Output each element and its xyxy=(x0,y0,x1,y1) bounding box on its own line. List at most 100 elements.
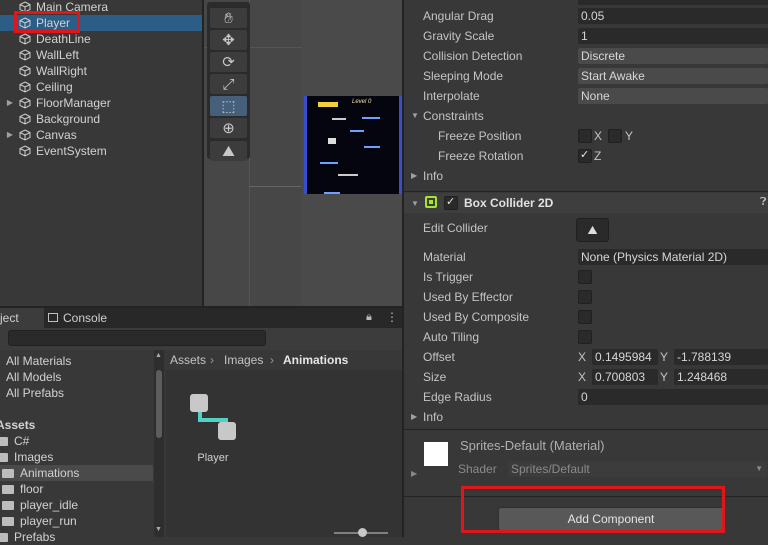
hierarchy-item-canvas[interactable]: ▶ Canvas xyxy=(0,127,202,143)
material-expand-icon[interactable]: ▶ xyxy=(411,469,417,478)
project-tree-item-all-materials[interactable]: All Materials xyxy=(0,353,153,369)
sleeping-mode-dropdown[interactable]: Start Awake xyxy=(578,68,768,84)
size-label: Size xyxy=(423,370,447,384)
project-tree-item-c-[interactable]: C# xyxy=(0,433,153,449)
rotate-tool-button[interactable]: ⟳ xyxy=(210,52,247,72)
animator-controller-icon[interactable] xyxy=(186,390,242,446)
hierarchy-item-label: Ceiling xyxy=(36,80,73,94)
tab-project[interactable]: ject xyxy=(0,308,44,328)
breadcrumb-images[interactable]: Images xyxy=(224,350,263,370)
freeze-rotation-z-checkbox[interactable]: ✓ xyxy=(578,149,592,163)
rigidbody-info-foldout[interactable]: Info xyxy=(423,166,443,186)
size-y-field[interactable]: 1.248468 xyxy=(674,369,768,385)
size-x-field[interactable]: 0.700803 xyxy=(592,369,658,385)
project-tree-item-images[interactable]: Images xyxy=(0,449,153,465)
hierarchy-item-background[interactable]: Background xyxy=(0,111,202,127)
shader-label: Shader xyxy=(458,462,497,476)
angular-drag-field[interactable]: 0.05 xyxy=(578,8,768,24)
edit-shape-icon: ⛰︎ xyxy=(587,223,598,237)
constraints-foldout[interactable]: Constraints xyxy=(423,106,484,126)
material-object-field[interactable]: None (Physics Material 2D) xyxy=(578,249,768,265)
project-tree-item-assets[interactable]: Assets xyxy=(0,417,153,433)
hand-tool-icon: ✋︎ xyxy=(224,9,233,27)
is-trigger-label: Is Trigger xyxy=(423,270,474,284)
gravity-scale-label: Gravity Scale xyxy=(423,29,495,43)
used-by-composite-checkbox[interactable] xyxy=(578,310,592,324)
folder-icon xyxy=(2,485,14,494)
collision-detection-dropdown[interactable]: Discrete xyxy=(578,48,768,64)
scale-tool-icon: ⤢ xyxy=(222,75,235,93)
project-search-input[interactable] xyxy=(8,330,266,346)
constraints-expand-icon[interactable]: ▼ xyxy=(411,106,419,126)
box-collider-title: Box Collider 2D xyxy=(464,196,554,210)
asset-label-player[interactable]: Player xyxy=(188,452,238,464)
offset-y-field[interactable]: -1.788139 xyxy=(674,349,768,365)
rect-tool-icon: ⬚ xyxy=(221,98,236,115)
used-by-effector-label: Used By Effector xyxy=(423,290,513,304)
shader-dropdown[interactable]: Sprites/Default ▼ xyxy=(508,461,767,477)
is-trigger-checkbox[interactable] xyxy=(578,270,592,284)
project-tree-item-player-idle[interactable]: player_idle xyxy=(0,497,153,513)
expand-arrow-icon[interactable]: ▶ xyxy=(6,95,14,111)
breadcrumb-animations[interactable]: Animations xyxy=(283,350,348,370)
hierarchy-item-label: Canvas xyxy=(36,128,77,142)
scene-view[interactable]: ✋︎ ✥ ⟳ ⤢ ⬚ ⊕ ⛰︎ Level 0 xyxy=(204,0,402,306)
console-icon xyxy=(48,313,58,322)
info-expand-icon[interactable]: ▶ xyxy=(411,407,417,427)
hierarchy-item-wallright[interactable]: WallRight xyxy=(0,63,202,79)
breadcrumb-assets[interactable]: Assets xyxy=(170,350,206,370)
auto-tiling-label: Auto Tiling xyxy=(423,330,480,344)
highlight-player xyxy=(14,11,80,33)
hierarchy-item-ceiling[interactable]: Ceiling xyxy=(0,79,202,95)
scale-tool-button[interactable]: ⤢ xyxy=(210,74,247,94)
custom-tool-button[interactable]: ⛰︎ xyxy=(210,141,247,161)
hand-tool-button[interactable]: ✋︎ xyxy=(210,8,247,28)
box-collider-header[interactable]: ▼ ✓ Box Collider 2D ❓︎ xyxy=(404,193,768,213)
auto-tiling-checkbox[interactable] xyxy=(578,330,592,344)
hierarchy-item-wallleft[interactable]: WallLeft xyxy=(0,47,202,63)
more-options-icon[interactable]: ⋮ xyxy=(386,310,398,324)
move-tool-button[interactable]: ✥ xyxy=(210,30,247,50)
hierarchy-item-floormanager[interactable]: ▶ FloorManager xyxy=(0,95,202,111)
hierarchy-item-eventsystem[interactable]: EventSystem xyxy=(0,143,202,159)
rect-tool-button[interactable]: ⬚ xyxy=(210,96,247,116)
transform-tool-icon: ⊕ xyxy=(222,120,235,137)
project-tree-item-player-run[interactable]: player_run xyxy=(0,513,153,529)
freeze-position-x-checkbox[interactable] xyxy=(578,129,592,143)
tree-scroll-thumb[interactable] xyxy=(156,370,162,438)
interpolate-label: Interpolate xyxy=(423,89,480,103)
tab-console[interactable]: Console xyxy=(46,308,116,328)
project-tree-item-all-models[interactable]: All Models xyxy=(0,369,153,385)
interpolate-dropdown[interactable]: None xyxy=(578,88,768,104)
box-collider-icon xyxy=(425,196,437,208)
box-collider-info-foldout[interactable]: Info xyxy=(423,407,443,427)
hierarchy-item-label: FloorManager xyxy=(36,96,111,110)
inspector-panel: Angular Drag 0.05 Gravity Scale 1 Collis… xyxy=(404,0,768,537)
collapse-arrow-icon[interactable]: ▼ xyxy=(411,199,419,208)
used-by-effector-checkbox[interactable] xyxy=(578,290,592,304)
expand-arrow-icon[interactable]: ▶ xyxy=(6,127,14,143)
folder-icon xyxy=(0,453,8,462)
folder-icon xyxy=(2,469,14,478)
transform-tool-button[interactable]: ⊕ xyxy=(210,118,247,138)
project-tree-item-prefabs[interactable]: Prefabs xyxy=(0,529,153,545)
edge-radius-field[interactable]: 0 xyxy=(578,389,768,405)
chevron-down-icon: ▼ xyxy=(755,464,763,473)
freeze-position-y-checkbox[interactable] xyxy=(608,129,622,143)
info-expand-icon[interactable]: ▶ xyxy=(411,166,417,186)
lock-icon[interactable]: 🔒︎ xyxy=(366,311,372,324)
zoom-slider-knob[interactable] xyxy=(358,528,367,537)
project-tree-item-floor[interactable]: floor xyxy=(0,481,153,497)
box-collider-enabled-checkbox[interactable]: ✓ xyxy=(444,196,458,210)
hierarchy-item-deathline[interactable]: DeathLine xyxy=(0,31,202,47)
offset-x-field[interactable]: 0.1495984 xyxy=(592,349,658,365)
project-tree-item-animations[interactable]: Animations xyxy=(0,465,153,481)
project-tree-item-all-prefabs[interactable]: All Prefabs xyxy=(0,385,153,401)
help-icon[interactable]: ❓︎ xyxy=(760,196,767,209)
linear-drag-field-partial[interactable] xyxy=(578,0,768,5)
gameobject-cube-icon xyxy=(19,145,31,157)
edit-collider-button[interactable]: ⛰︎ xyxy=(576,218,609,242)
gameobject-cube-icon xyxy=(19,113,31,125)
gravity-scale-field[interactable]: 1 xyxy=(578,28,768,44)
freeze-rotation-z-label: Z xyxy=(594,149,602,163)
